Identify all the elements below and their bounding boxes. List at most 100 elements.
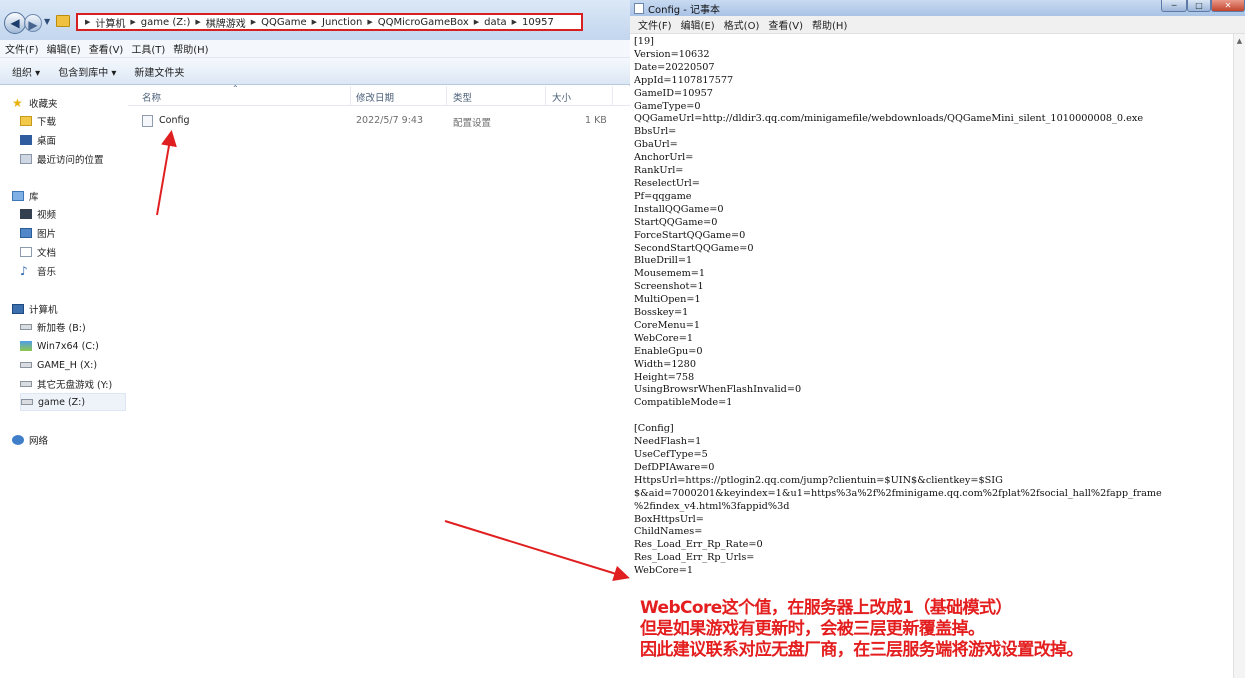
file-type: 配置设置 bbox=[453, 118, 492, 129]
text-line: UsingBrowsrWhenFlashInvalid=0 bbox=[634, 384, 802, 396]
text-line: CoreMenu=1 bbox=[634, 319, 701, 331]
nav-label: 文档 bbox=[37, 248, 57, 259]
notepad-icon bbox=[634, 2, 644, 14]
pictures-icon bbox=[20, 228, 32, 238]
breadcrumb-arrow-icon: ▶ bbox=[367, 18, 373, 26]
window-title: Config - 记事本 bbox=[648, 4, 721, 16]
desktop-icon bbox=[20, 135, 32, 145]
star-icon: ★ bbox=[12, 96, 23, 110]
config-file-icon bbox=[142, 115, 153, 127]
downloads-folder-icon bbox=[20, 116, 32, 126]
maximize-button[interactable]: □ bbox=[1187, 0, 1211, 12]
computer-icon bbox=[12, 304, 24, 314]
breadcrumb-item[interactable]: QQMicroGameBox bbox=[378, 17, 469, 28]
breadcrumb-item[interactable]: data bbox=[484, 17, 507, 28]
menu-edit[interactable]: 编辑(E) bbox=[681, 17, 715, 32]
organize-button[interactable]: 组织 ▾ bbox=[12, 64, 40, 79]
include-in-library-button[interactable]: 包含到库中 ▾ bbox=[58, 64, 116, 79]
nav-label: 最近访问的位置 bbox=[37, 155, 104, 166]
explorer-window: ◀ ▶ ▼ ▶ 计算机 ▶ game (Z:) ▶ 棋牌游戏 ▶ QQGame ▶ Ju… bbox=[0, 0, 630, 678]
video-icon bbox=[20, 209, 32, 219]
text-line: HttpsUrl=https://ptlogin2.qq.com/jump?cl… bbox=[634, 474, 1003, 486]
recent-pages-dropdown-icon[interactable]: ▼ bbox=[44, 17, 50, 26]
menu-file[interactable]: 文件(F) bbox=[5, 41, 39, 56]
nav-label: Win7x64 (C:) bbox=[37, 340, 99, 352]
explorer-menu-bar: 文件(F) 编辑(E) 查看(V) 工具(T) 帮助(H) bbox=[0, 40, 630, 58]
nav-libraries[interactable]: 库 bbox=[12, 187, 140, 205]
nav-label: 库 bbox=[29, 192, 39, 203]
breadcrumb-item[interactable]: QQGame bbox=[261, 17, 307, 28]
nav-label: 其它无盘游戏 (Y:) bbox=[37, 380, 113, 391]
breadcrumb-item[interactable]: Junction bbox=[322, 17, 362, 28]
text-line: Pf=qqgame bbox=[634, 190, 692, 202]
column-divider[interactable] bbox=[612, 86, 613, 106]
column-divider[interactable] bbox=[545, 86, 546, 106]
breadcrumb-item[interactable]: game (Z:) bbox=[141, 17, 191, 28]
text-line: RankUrl= bbox=[634, 165, 684, 177]
notepad-text-area[interactable]: [19] Version=10632 Date=20220507 AppId=1107… bbox=[634, 36, 1242, 676]
menu-file[interactable]: 文件(F) bbox=[638, 17, 672, 32]
nav-favorites[interactable]: ★ 收藏夹 bbox=[12, 94, 140, 112]
breadcrumb-arrow-icon: ▶ bbox=[250, 18, 257, 26]
column-divider[interactable] bbox=[350, 86, 351, 106]
column-size[interactable]: 大小 bbox=[552, 90, 571, 104]
breadcrumb-arrow-icon: ▶ bbox=[130, 18, 136, 26]
text-line: ForceStartQQGame=0 bbox=[634, 229, 746, 241]
breadcrumb-item[interactable]: 计算机 bbox=[95, 15, 125, 30]
menu-tools[interactable]: 工具(T) bbox=[131, 41, 165, 56]
drive-icon bbox=[20, 362, 32, 368]
breadcrumb-item[interactable]: 10957 bbox=[522, 17, 554, 28]
column-date[interactable]: 修改日期 bbox=[356, 90, 394, 104]
menu-help[interactable]: 帮助(H) bbox=[812, 17, 847, 32]
nav-label: GAME_H (X:) bbox=[37, 359, 98, 371]
navigation-pane: ★ 收藏夹 下载 桌面 最近访问的位置 库 视频 图片 文档 ♪ 音乐 计算机 新加… bbox=[0, 86, 128, 678]
menu-view[interactable]: 查看(V) bbox=[768, 17, 803, 32]
annotation-line-3: 因此建议联系对应无盘厂商，在三层服务端将游戏设置改掉。 bbox=[640, 640, 1083, 660]
nav-label: 视频 bbox=[37, 210, 57, 221]
menu-help[interactable]: 帮助(H) bbox=[173, 41, 208, 56]
nav-network[interactable]: 网络 bbox=[12, 431, 140, 449]
back-button[interactable]: ◀ bbox=[4, 12, 26, 34]
menu-edit[interactable]: 编辑(E) bbox=[47, 41, 81, 56]
text-line: Res_Load_Err_Rp_Urls= bbox=[634, 552, 755, 564]
new-folder-button[interactable]: 新建文件夹 bbox=[134, 64, 184, 79]
text-line: WebCore=1 bbox=[634, 565, 693, 577]
text-line: ReselectUrl= bbox=[634, 177, 700, 189]
text-line: Width=1280 bbox=[634, 358, 696, 370]
forward-button[interactable]: ▶ bbox=[24, 14, 42, 32]
text-line: Date=20220507 bbox=[634, 61, 715, 73]
column-name[interactable]: 名称 bbox=[142, 90, 161, 104]
column-type[interactable]: 类型 bbox=[453, 90, 472, 104]
text-line: GbaUrl= bbox=[634, 139, 678, 151]
menu-format[interactable]: 格式(O) bbox=[724, 17, 760, 32]
scroll-up-icon[interactable]: ▲ bbox=[1234, 37, 1245, 45]
vertical-scrollbar[interactable]: ▲ bbox=[1233, 34, 1245, 678]
annotation-line-1: WebCore这个值，在服务器上改成1（基础模式） bbox=[640, 598, 1012, 618]
column-header-row: 名称 ⌃ 修改日期 类型 大小 bbox=[128, 84, 630, 106]
text-line: QQGameUrl=http://dldir3.qq.com/minigamef… bbox=[634, 113, 1144, 125]
text-line: BoxHttpsUrl= bbox=[634, 513, 704, 525]
text-line: Version=10632 bbox=[634, 48, 710, 60]
system-drive-icon bbox=[20, 341, 32, 351]
column-divider[interactable] bbox=[446, 86, 447, 106]
text-line: WebCore=1 bbox=[634, 332, 693, 344]
close-button[interactable]: ✕ bbox=[1211, 0, 1245, 12]
breadcrumb[interactable]: ▶ 计算机 ▶ game (Z:) ▶ 棋牌游戏 ▶ QQGame ▶ Junction… bbox=[76, 13, 583, 31]
notepad-title-bar[interactable]: Config - 记事本 ─ □ ✕ bbox=[630, 0, 1245, 16]
nav-label: game (Z:) bbox=[38, 396, 86, 408]
breadcrumb-arrow-icon: ▶ bbox=[511, 18, 518, 26]
table-row[interactable]: Config 2022/5/7 9:43 配置设置 1 KB bbox=[134, 112, 624, 130]
menu-view[interactable]: 查看(V) bbox=[89, 41, 124, 56]
network-icon bbox=[12, 435, 24, 445]
breadcrumb-item[interactable]: 棋牌游戏 bbox=[206, 15, 246, 30]
text-line: BbsUrl= bbox=[634, 126, 677, 138]
text-line: BlueDrill=1 bbox=[634, 255, 693, 267]
text-line: MultiOpen=1 bbox=[634, 294, 701, 306]
breadcrumb-arrow-icon: ▶ bbox=[473, 18, 480, 26]
text-line: Height=758 bbox=[634, 371, 695, 383]
breadcrumb-arrow-icon: ▶ bbox=[85, 18, 91, 26]
nav-drive-z[interactable]: game (Z:) bbox=[20, 393, 126, 411]
text-line: Screenshot=1 bbox=[634, 281, 704, 293]
nav-computer[interactable]: 计算机 bbox=[12, 300, 140, 318]
text-line: EnableGpu=0 bbox=[634, 345, 703, 357]
